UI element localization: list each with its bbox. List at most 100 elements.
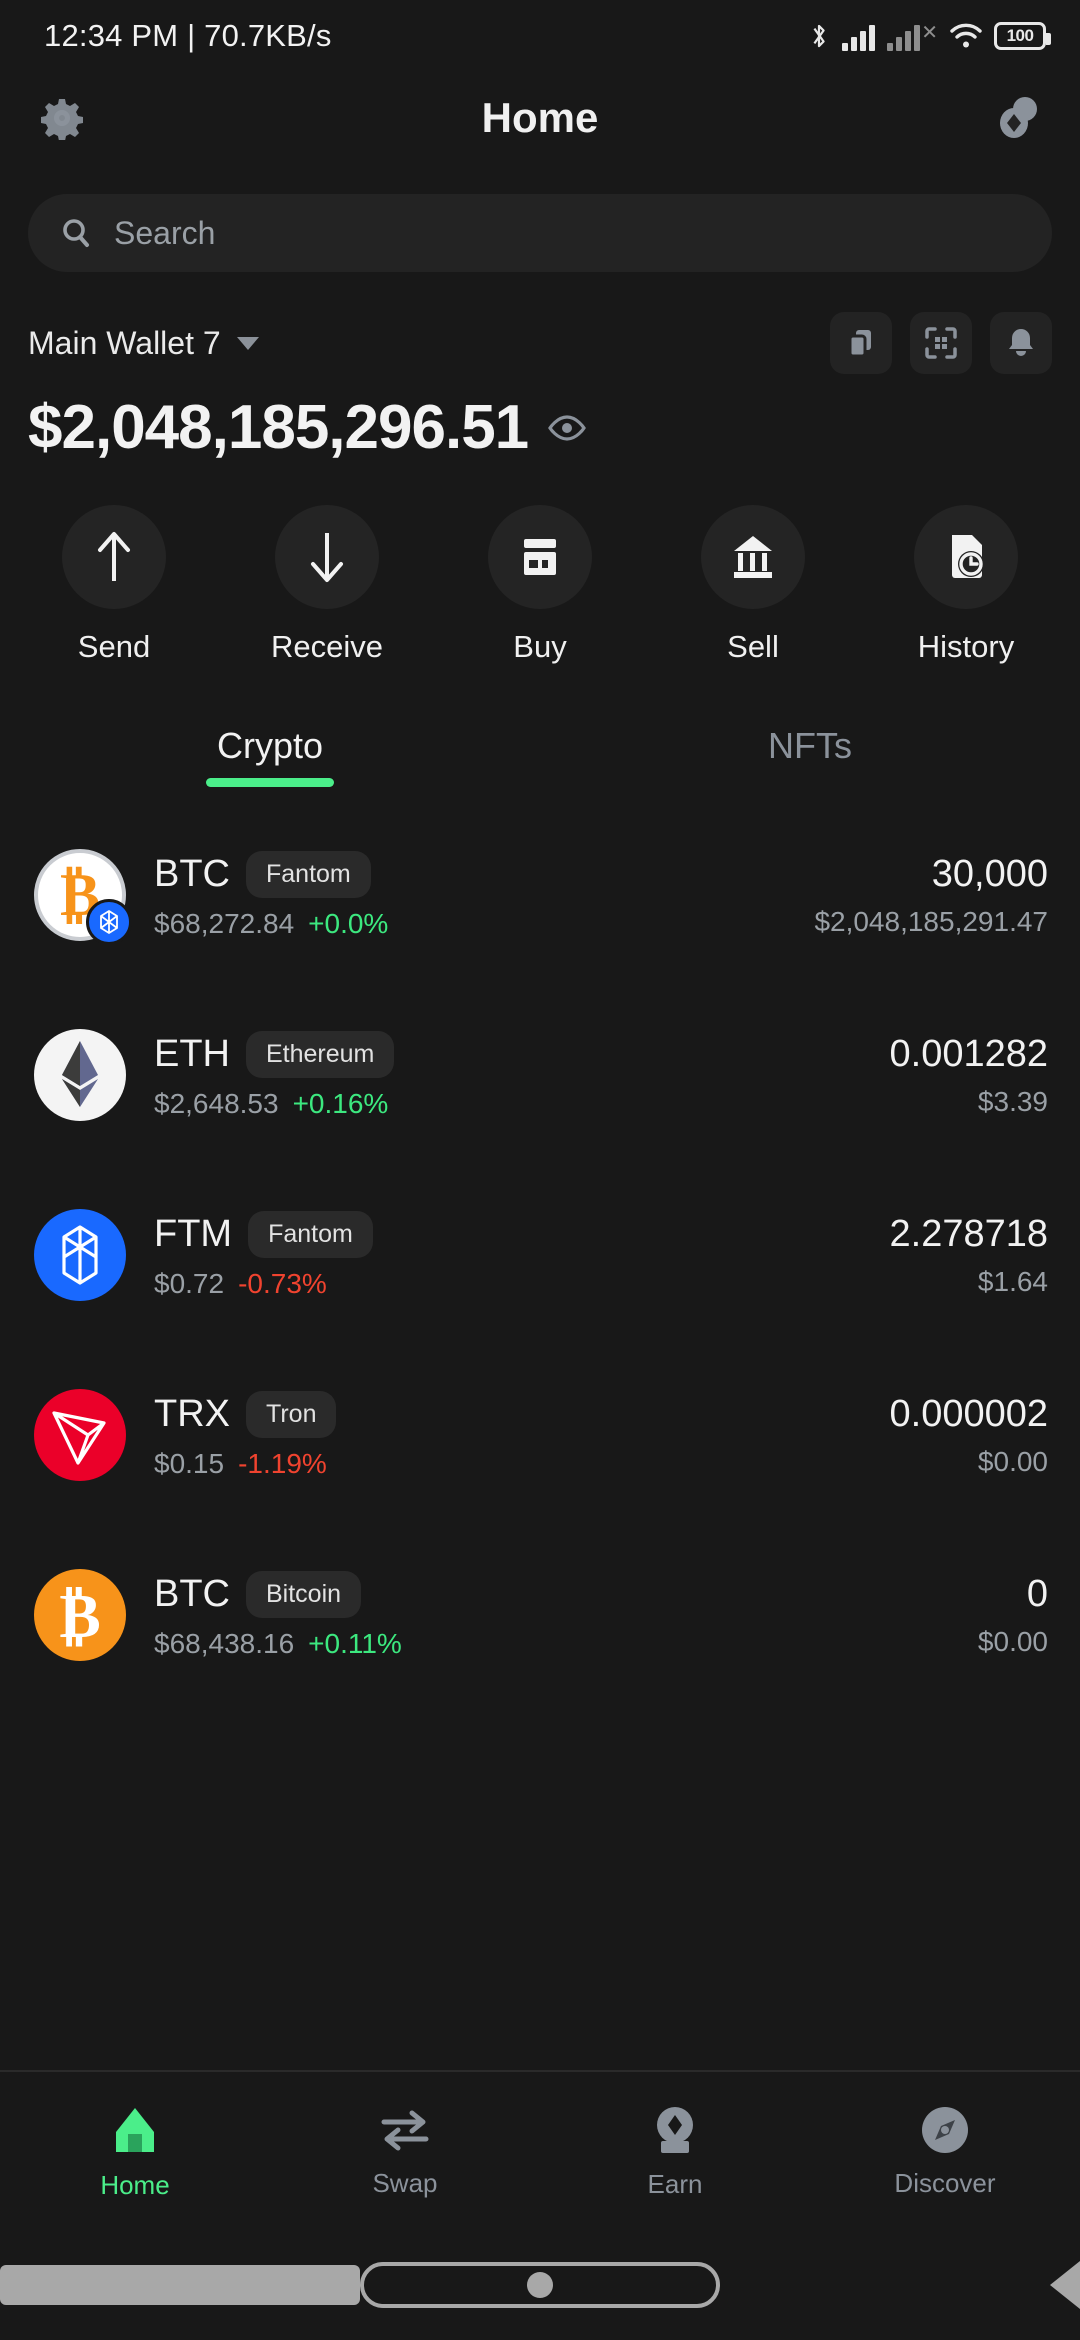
signal-bars-no-service-icon: ✕ [887, 21, 938, 51]
token-row[interactable]: ₿ BTC Bitcoin $68,438.16 +0.11% 0 $0.00 [0, 1555, 1080, 1675]
wallet-selector[interactable]: Main Wallet 7 [28, 325, 259, 362]
nav-item-home[interactable]: Home [0, 2102, 270, 2201]
token-info: ETH Ethereum $2,648.53 +0.16% [154, 1030, 890, 1120]
tab-nfts[interactable]: NFTs [540, 725, 1080, 787]
scan-qr-button[interactable] [910, 312, 972, 374]
token-chain-badge: Tron [246, 1390, 337, 1438]
wallet-row: Main Wallet 7 [0, 312, 1080, 374]
token-row[interactable]: ₿ BTC Fantom $68,272.84 +0.0% 30,000 $2,… [0, 835, 1080, 955]
eye-icon[interactable] [548, 414, 587, 442]
page-title: Home [481, 94, 599, 141]
wallet-name: Main Wallet 7 [28, 324, 221, 361]
app-bar: Home [0, 72, 1080, 164]
action-label: Receive [271, 629, 383, 664]
search-input[interactable] [114, 214, 1020, 252]
ethereum-icon [34, 1029, 126, 1121]
gear-icon[interactable] [40, 96, 84, 140]
token-symbol: BTC [154, 852, 230, 895]
recents-button[interactable] [0, 2265, 360, 2305]
chevron-down-icon [236, 336, 259, 350]
receive-button[interactable] [275, 505, 379, 609]
wifi-icon [950, 23, 982, 48]
token-symbol: TRX [154, 1392, 230, 1435]
token-heading: TRX Tron [154, 1390, 890, 1438]
token-symbol: ETH [154, 1032, 230, 1075]
arrow-down-icon [311, 533, 343, 582]
notifications-button[interactable] [990, 312, 1052, 374]
token-info: BTC Bitcoin $68,438.16 +0.11% [154, 1570, 978, 1660]
token-value: $0.00 [977, 1445, 1048, 1477]
token-icon-wrap: ₿ [32, 847, 132, 945]
system-navigation-bar [0, 2230, 1080, 2340]
token-chain-badge: Fantom [248, 1210, 373, 1258]
credit-card-icon [524, 539, 556, 575]
token-price: $68,272.84 [154, 907, 295, 939]
token-heading: FTM Fantom [154, 1210, 890, 1258]
history-button[interactable] [914, 505, 1018, 609]
token-amount: 0.000002 [889, 1392, 1049, 1435]
token-value: $2,048,185,291.47 [814, 905, 1048, 937]
token-amount: 0.001282 [889, 1032, 1049, 1075]
copy-address-button[interactable] [830, 312, 892, 374]
action-buy[interactable]: Buy [470, 505, 610, 665]
nav-item-earn[interactable]: Earn [540, 2103, 810, 2200]
square-icon [0, 2265, 360, 2305]
triangle-left-icon [720, 2261, 1080, 2309]
tab-label: NFTs [768, 725, 852, 766]
token-change: -0.73% [238, 1267, 327, 1299]
token-change: -1.19% [238, 1447, 327, 1479]
token-holdings: 30,000 $2,048,185,291.47 [814, 853, 1048, 938]
token-value: $1.64 [977, 1265, 1048, 1297]
action-receive[interactable]: Receive [257, 505, 397, 665]
home-icon [116, 2107, 154, 2152]
home-button[interactable] [360, 2262, 720, 2308]
nav-label: Swap [372, 2167, 438, 2198]
fantom-network-badge [86, 899, 132, 945]
tab-crypto[interactable]: Crypto [0, 725, 540, 787]
tab-label: Crypto [216, 725, 324, 766]
token-holdings: 2.278718 $1.64 [890, 1213, 1049, 1298]
back-button[interactable] [720, 2261, 1080, 2309]
action-sell[interactable]: Sell [683, 505, 823, 665]
token-holdings: 0 $0.00 [978, 1573, 1048, 1658]
token-icon-wrap [32, 1387, 128, 1483]
content-tabs: Crypto NFTs [0, 725, 1080, 787]
send-button[interactable] [62, 505, 166, 609]
fantom-icon [34, 1209, 126, 1301]
action-send[interactable]: Send [44, 505, 184, 665]
nav-item-discover[interactable]: Discover [810, 2104, 1080, 2199]
action-label: History [917, 629, 1015, 664]
status-bar: 12:34 PM | 70.7KB/s ✕ 100 [0, 0, 1080, 72]
status-indicators: ✕ 100 [808, 20, 1051, 52]
action-history[interactable]: History [896, 505, 1036, 665]
sell-button[interactable] [701, 505, 805, 609]
token-price: $0.72 [154, 1267, 225, 1299]
wallet-action-buttons [830, 312, 1052, 374]
token-amount: 30,000 [931, 852, 1048, 895]
compass-icon [922, 2106, 968, 2153]
nav-label: Discover [894, 2167, 996, 2198]
bitcoin-icon: ₿ [34, 1569, 126, 1661]
qr-scan-icon [925, 327, 957, 359]
circle-icon [360, 2262, 720, 2308]
action-label: Buy [513, 629, 567, 664]
token-price-row: $68,438.16 +0.11% [154, 1628, 978, 1660]
search-bar[interactable] [28, 194, 1052, 272]
token-value: $0.00 [977, 1625, 1048, 1657]
token-price: $68,438.16 [154, 1627, 295, 1659]
token-row[interactable]: ETH Ethereum $2,648.53 +0.16% 0.001282 $… [0, 1015, 1080, 1135]
bluetooth-icon [813, 24, 825, 48]
action-label: Sell [727, 629, 779, 664]
nav-item-swap[interactable]: Swap [270, 2104, 540, 2199]
buy-button[interactable] [488, 505, 592, 609]
brand-mark-icon[interactable] [992, 96, 1040, 140]
copy-icon [848, 330, 871, 358]
quick-actions: Send Receive Buy Sell History [0, 463, 1080, 665]
token-list: ₿ BTC Fantom $68,272.84 +0.0% 30,000 $2,… [0, 835, 1080, 1675]
app-screen: 12:34 PM | 70.7KB/s ✕ 100 Home Search Ma… [0, 0, 1080, 2340]
token-price-row: $0.15 -1.19% [154, 1448, 890, 1480]
battery-level: 100 [1006, 26, 1034, 45]
token-row[interactable]: TRX Tron $0.15 -1.19% 0.000002 $0.00 [0, 1375, 1080, 1495]
token-change: +0.16% [292, 1087, 389, 1119]
token-row[interactable]: FTM Fantom $0.72 -0.73% 2.278718 $1.64 [0, 1195, 1080, 1315]
